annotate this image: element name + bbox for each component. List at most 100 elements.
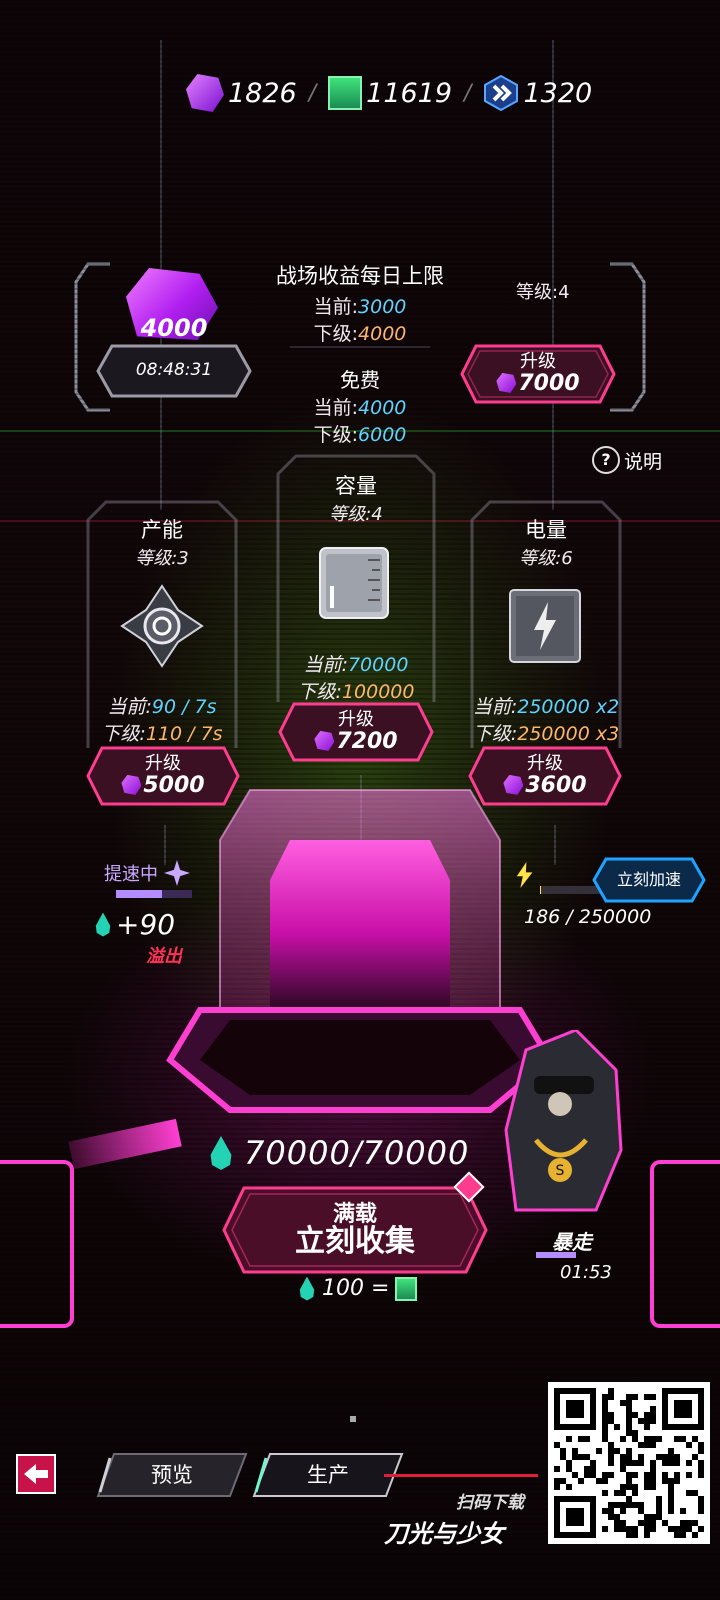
power-stats: 当前:250000 x2 下级:250000 x3 xyxy=(470,692,622,746)
resource-tickets[interactable]: 11619 xyxy=(328,76,452,110)
accelerate-button[interactable]: 立刻加速 xyxy=(592,857,706,903)
free-label: 免费 xyxy=(340,368,380,392)
upgrade-cost: 7000 xyxy=(518,370,580,396)
boost-label: 提速中 xyxy=(104,864,158,885)
battery-icon[interactable] xyxy=(508,588,582,664)
exchange-rate-text: 100 = xyxy=(322,1276,390,1301)
separator: / xyxy=(464,80,472,106)
collect-button[interactable]: 满载 立刻收集 xyxy=(222,1186,488,1274)
promo-line xyxy=(384,1474,538,1477)
capacity-current: 70000 xyxy=(347,654,409,676)
resource-chips[interactable]: 1320 xyxy=(483,74,593,112)
next-value: 4000 xyxy=(358,323,407,345)
label: 当前: xyxy=(303,654,348,676)
capacity-stats: 当前:70000 下级:100000 xyxy=(276,650,436,704)
capacity-title: 容量 xyxy=(335,474,377,498)
gems-count: 1826 xyxy=(228,77,297,109)
side-pillar-right xyxy=(650,1160,720,1328)
tab-production[interactable]: 生产 xyxy=(252,1452,404,1498)
capacity-level: 等级:4 xyxy=(329,504,383,525)
page-indicator-dot xyxy=(350,1416,356,1422)
power-current: 250000 x2 xyxy=(517,696,620,718)
label: 下级: xyxy=(313,323,359,345)
boost-bar-fill xyxy=(116,890,162,898)
label: 下级: xyxy=(472,723,518,745)
gem-amount: 4000 xyxy=(140,314,208,342)
label: 下级: xyxy=(101,723,146,745)
drop-icon xyxy=(95,912,111,937)
tab-production-label: 生产 xyxy=(307,1462,349,1487)
upgrade-label: 升级 xyxy=(337,709,374,730)
label: 当前: xyxy=(313,397,359,419)
timer-plate: 08:48:31 xyxy=(96,344,252,398)
question-icon: ? xyxy=(592,446,620,474)
battlefield-info: 战场收益每日上限 当前:3000 下级:4000 免费 当前:4000 下级:6… xyxy=(240,260,480,447)
power-next: 250000 x3 xyxy=(517,723,620,745)
gem-icon xyxy=(121,774,142,795)
label: 当前: xyxy=(107,696,152,718)
label: 当前: xyxy=(313,296,359,318)
upgrade-label: 升级 xyxy=(519,351,556,372)
character-timer: 01:53 xyxy=(560,1262,612,1283)
help-button[interactable]: ? 说明 xyxy=(592,446,662,474)
status-bar xyxy=(536,1252,576,1258)
storage-amount: 70000/70000 xyxy=(208,1134,469,1172)
back-button[interactable] xyxy=(16,1454,56,1494)
upgrade-label: 升级 xyxy=(144,753,181,774)
tickets-count: 11619 xyxy=(366,77,453,109)
gem-icon xyxy=(496,372,517,393)
production-title: 产能 xyxy=(141,518,183,542)
battlefield-upgrade-button[interactable]: 升级 7000 xyxy=(460,344,616,404)
current-value: 3000 xyxy=(358,296,407,318)
power-level: 等级:6 xyxy=(519,548,573,569)
battlefield-level: 等级:4 xyxy=(516,282,570,303)
production-core-icon[interactable] xyxy=(120,584,204,668)
chips-count: 1320 xyxy=(523,77,593,109)
help-label: 说明 xyxy=(624,450,663,473)
ticket-icon xyxy=(395,1276,418,1301)
production-header: 产能 等级:3 xyxy=(86,514,238,570)
upgrade-cost: 7200 xyxy=(336,728,398,754)
resource-bar: 1826 / 11619 / 1320 xyxy=(186,74,592,112)
accelerate-label: 立刻加速 xyxy=(616,869,681,889)
gem-icon xyxy=(186,74,224,112)
side-pillar-left xyxy=(0,1160,74,1328)
production-level: 等级:3 xyxy=(135,548,189,569)
resource-gems[interactable]: 1826 xyxy=(186,74,297,112)
drop-icon xyxy=(210,1136,232,1170)
battlefield-title: 战场收益每日上限 xyxy=(276,264,444,288)
promo-game-title: 刀光与少女 xyxy=(384,1520,504,1548)
character-status: 暴走 xyxy=(552,1230,592,1254)
capacity-header: 容量 等级:4 xyxy=(276,470,436,526)
production-next: 110 / 7s xyxy=(145,723,223,745)
upgrade-label: 升级 xyxy=(526,753,563,774)
qr-code[interactable] xyxy=(548,1382,710,1544)
label: 下级: xyxy=(313,424,359,446)
storage-tank-icon[interactable] xyxy=(318,546,390,620)
chip-icon xyxy=(483,74,519,112)
production-current: 90 / 7s xyxy=(151,696,217,718)
production-stats: 当前:90 / 7s 下级:110 / 7s xyxy=(86,692,238,746)
gem-icon xyxy=(314,730,335,751)
qr-pattern xyxy=(554,1388,704,1538)
storage-amount-text: 70000/70000 xyxy=(244,1134,470,1172)
promo-scan-text: 扫码下载 xyxy=(456,1493,524,1513)
back-arrow-icon xyxy=(24,1464,48,1484)
power-header: 电量 等级:6 xyxy=(470,514,622,570)
power-title: 电量 xyxy=(525,518,567,542)
collect-label: 立刻收集 xyxy=(295,1223,415,1259)
free-current-value: 4000 xyxy=(358,397,407,419)
tab-preview[interactable]: 预览 xyxy=(96,1452,248,1498)
timer-text: 08:48:31 xyxy=(135,360,213,381)
svg-text:S: S xyxy=(556,1163,565,1179)
drop-icon xyxy=(299,1276,315,1301)
collect-status: 满载 xyxy=(332,1201,377,1227)
exchange-rate: 100 = xyxy=(298,1276,418,1301)
capacity-upgrade-button[interactable]: 升级 7200 xyxy=(278,702,434,762)
capacity-next: 100000 xyxy=(341,681,415,703)
label: 当前: xyxy=(472,696,518,718)
character-avatar[interactable]: S xyxy=(496,1028,626,1220)
separator: / xyxy=(308,80,317,106)
tab-preview-label: 预览 xyxy=(151,1462,193,1487)
ticket-icon xyxy=(328,76,363,110)
